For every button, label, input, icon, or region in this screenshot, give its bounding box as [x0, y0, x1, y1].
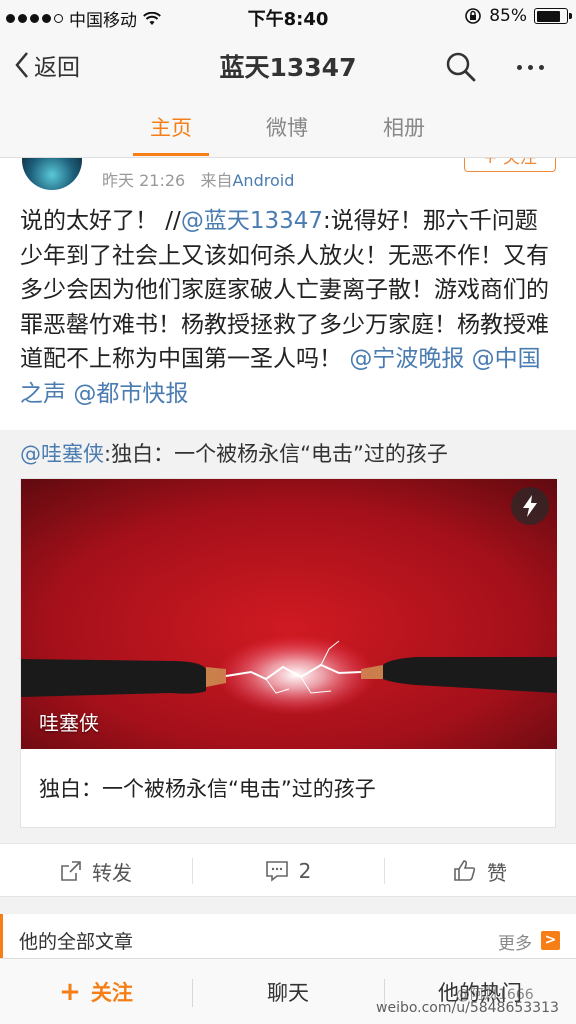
comment-button[interactable]: 2: [192, 844, 384, 898]
profile-tabs: 主页 微博 相册: [0, 98, 576, 158]
more-dot-icon: [516, 64, 522, 70]
watermark-url: weibo.com/u/5848653313: [376, 1000, 559, 1016]
mention-link[interactable]: @哇塞侠: [20, 442, 104, 466]
article-title: 独白：一个被杨永信“电击”过的孩子: [39, 777, 376, 801]
plus-icon: +: [59, 977, 81, 1007]
reposted-content[interactable]: @哇塞侠:独白：一个被杨永信“电击”过的孩子 哇塞侠 独白：一个被杨永信“电击”…: [0, 430, 576, 843]
lightning-icon: [511, 487, 549, 525]
article-cover-image: 哇塞侠: [21, 479, 557, 749]
comment-count: 2: [298, 859, 312, 883]
post-source[interactable]: Android: [232, 171, 294, 190]
tab-album[interactable]: 相册: [364, 112, 444, 142]
tab-home[interactable]: 主页: [131, 112, 211, 142]
source-prefix: 来自: [200, 171, 233, 190]
like-label: 赞: [487, 860, 507, 885]
chat-button[interactable]: 聊天: [192, 959, 384, 1024]
article-card[interactable]: 哇塞侠 独白：一个被杨永信“电击”过的孩子: [20, 478, 557, 828]
follow-label: 关注: [90, 981, 133, 1005]
follow-user-button[interactable]: + 关注: [0, 959, 192, 1024]
repost-button[interactable]: 转发: [0, 844, 192, 898]
status-bar: 中国移动 下午8:40 85%: [0, 0, 576, 32]
mention-link[interactable]: @都市快报: [73, 381, 188, 407]
avatar[interactable]: [22, 158, 82, 190]
battery-icon: [534, 8, 572, 24]
repost-line: @哇塞侠:独白：一个被杨永信“电击”过的孩子: [20, 438, 448, 468]
back-label: 返回: [34, 55, 80, 81]
active-tab-indicator: [133, 153, 209, 156]
all-articles-row[interactable]: 他的全部文章 更多 >: [0, 914, 576, 958]
battery-percent: 85%: [489, 6, 527, 26]
more-options-button[interactable]: [510, 50, 550, 84]
all-articles-label: 他的全部文章: [19, 931, 134, 953]
image-caption: 哇塞侠: [39, 711, 99, 735]
post-time: 昨天 21:26: [102, 171, 186, 190]
like-button[interactable]: 赞: [384, 844, 576, 898]
post-meta: 昨天 21:26 来自Android: [102, 167, 294, 191]
weibo-post: + 关注 昨天 21:26 来自Android 说的太好了！ //@蓝天1334…: [0, 158, 576, 843]
post-text-part: 说的太好了！ //: [20, 208, 181, 234]
thumbs-up-icon: [454, 860, 476, 881]
page-title: 蓝天13347: [219, 53, 357, 82]
mention-link[interactable]: @蓝天13347: [181, 208, 323, 234]
repost-label: 转发: [92, 860, 132, 885]
more-link[interactable]: 更多: [498, 929, 532, 954]
chevron-right-icon[interactable]: >: [541, 931, 560, 950]
electric-spark-image: [21, 479, 557, 749]
follow-button[interactable]: + 关注: [464, 158, 556, 172]
tab-weibo[interactable]: 微博: [247, 112, 327, 142]
post-body: 说的太好了！ //@蓝天13347:说得好！那六千问题少年到了社会上又该如何杀人…: [20, 204, 560, 411]
repost-text: :独白：一个被杨永信“电击”过的孩子: [104, 442, 448, 466]
rotation-lock-icon: [465, 8, 482, 24]
post-action-bar: 转发 2 赞: [0, 843, 576, 897]
mention-link[interactable]: @宁波晚报: [349, 346, 464, 372]
chevron-left-icon: [15, 52, 28, 78]
share-icon: [61, 861, 81, 881]
comment-icon: [265, 861, 288, 882]
back-button[interactable]: 返回: [14, 48, 80, 82]
search-icon[interactable]: [444, 50, 478, 84]
navigation-bar: 返回 蓝天13347: [0, 32, 576, 98]
